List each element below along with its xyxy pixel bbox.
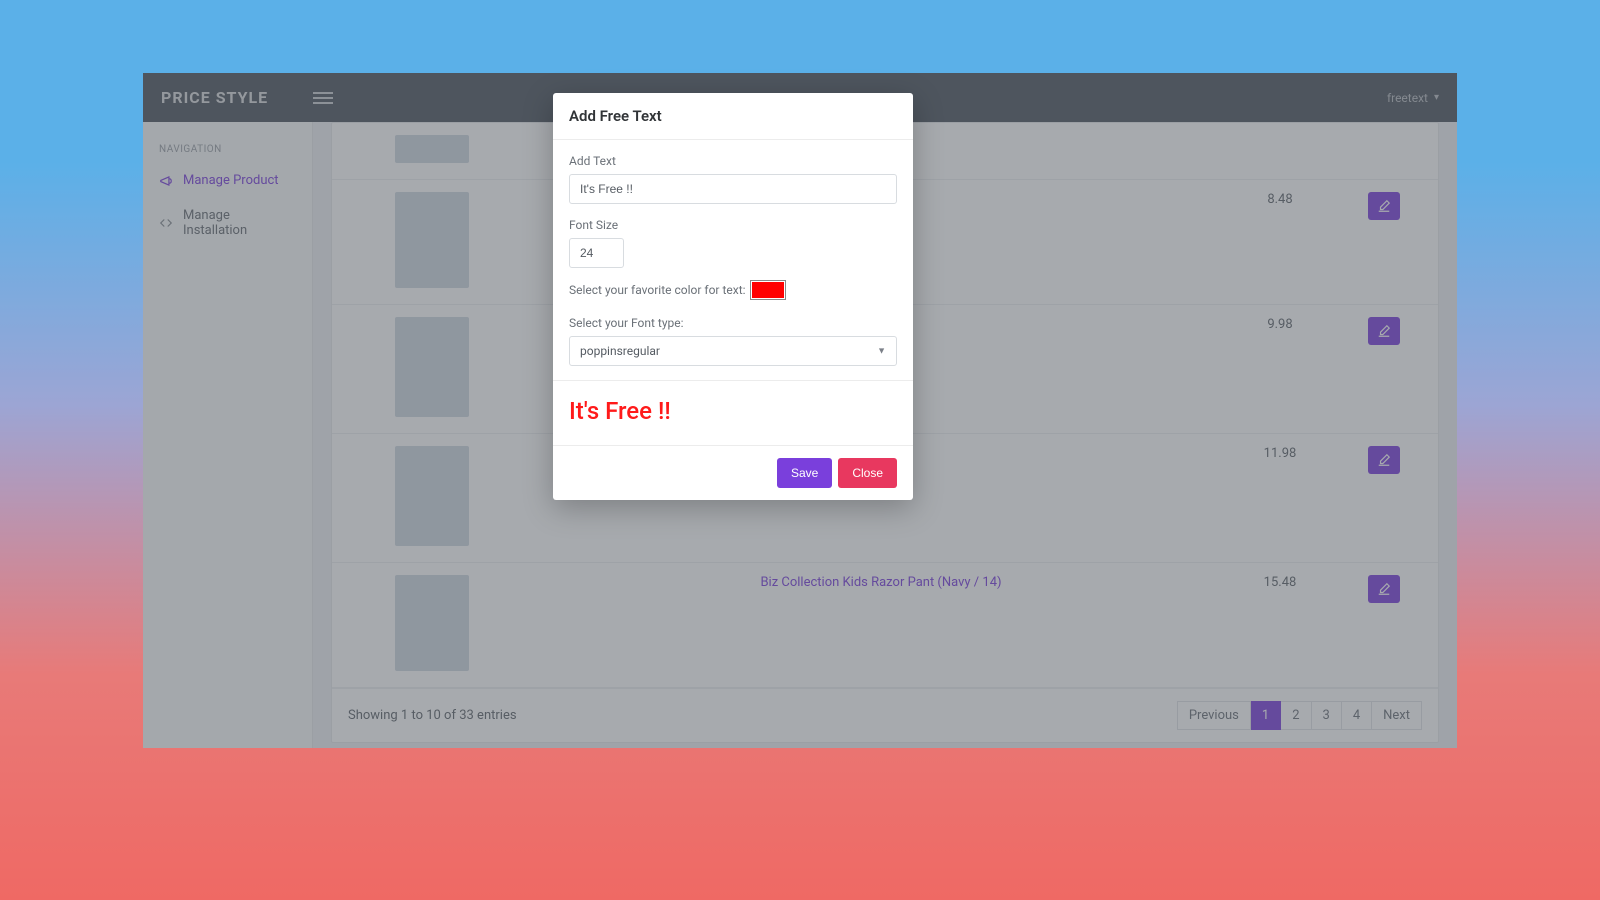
font-type-label: Select your Font type: [569, 316, 897, 330]
font-size-input[interactable] [569, 238, 624, 268]
font-type-value: poppinsregular [580, 344, 660, 358]
font-size-row: Font Size [569, 218, 897, 268]
page-background: PRICE STYLE freetext ▾ NAVIGATION Manage… [0, 0, 1600, 900]
save-button[interactable]: Save [777, 458, 832, 488]
font-type-select[interactable]: poppinsregular ▼ [569, 336, 897, 366]
font-type-row: Select your Font type: poppinsregular ▼ [569, 316, 897, 366]
add-text-input[interactable] [569, 174, 897, 204]
add-text-label: Add Text [569, 154, 897, 168]
preview-text: It's Free !! [569, 391, 897, 435]
font-size-label: Font Size [569, 218, 897, 232]
color-row: Select your favorite color for text: [569, 282, 897, 298]
modal-footer: Save Close [553, 445, 913, 500]
add-text-row: Add Text [569, 154, 897, 204]
chevron-down-icon: ▼ [877, 346, 886, 357]
color-picker[interactable] [752, 282, 784, 298]
add-free-text-modal: Add Free Text Add Text Font Size Select … [553, 93, 913, 500]
close-button[interactable]: Close [838, 458, 897, 488]
modal-title: Add Free Text [553, 93, 913, 140]
color-label: Select your favorite color for text: [569, 283, 746, 297]
modal-body: Add Text Font Size Select your favorite … [553, 140, 913, 445]
